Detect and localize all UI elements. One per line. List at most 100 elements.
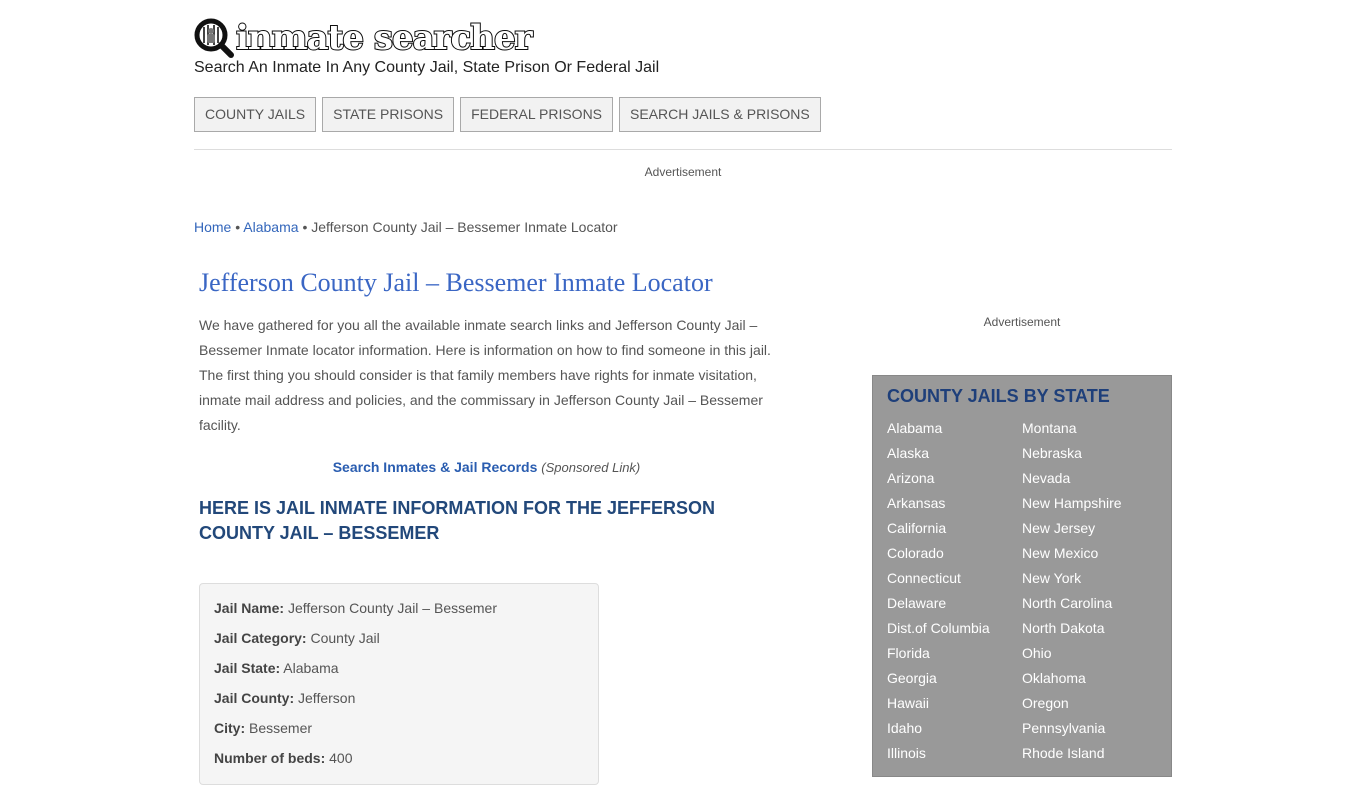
state-link[interactable]: Montana	[1022, 420, 1076, 436]
state-link[interactable]: New Jersey	[1022, 520, 1095, 536]
state-link[interactable]: Oklahoma	[1022, 670, 1086, 686]
info-value: County Jail	[310, 630, 380, 646]
state-list-item: Oregon	[1022, 693, 1122, 718]
breadcrumb-separator: •	[235, 219, 241, 235]
state-box-title: COUNTY JAILS BY STATE	[887, 386, 1110, 406]
state-link[interactable]: Nevada	[1022, 470, 1070, 486]
state-link[interactable]: Florida	[887, 645, 930, 661]
site-tagline: Search An Inmate In Any County Jail, Sta…	[194, 59, 660, 76]
state-list-item: Montana	[1022, 418, 1122, 443]
nav-state-prisons[interactable]: STATE PRISONS	[322, 97, 455, 132]
state-link[interactable]: Alaska	[887, 445, 929, 461]
sponsored-note: (Sponsored Link)	[541, 460, 641, 475]
breadcrumb: Home • Alabama • Jefferson County Jail –…	[194, 219, 618, 235]
breadcrumb-current: Jefferson County Jail – Bessemer Inmate …	[311, 219, 618, 235]
state-link[interactable]: North Dakota	[1022, 620, 1104, 636]
state-link[interactable]: Georgia	[887, 670, 937, 686]
info-value: Alabama	[283, 660, 339, 676]
section-heading: Here is Jail Inmate Information for the …	[199, 498, 716, 543]
nav-search-jails-prisons[interactable]: SEARCH JAILS & PRISONS	[619, 97, 821, 132]
state-list-item: New Hampshire	[1022, 493, 1122, 518]
state-list-item: Alaska	[887, 443, 990, 468]
state-link[interactable]: Pennsylvania	[1022, 720, 1105, 736]
info-label: Jail County:	[214, 690, 295, 706]
breadcrumb-home[interactable]: Home	[194, 219, 231, 235]
state-list-item: Delaware	[887, 593, 990, 618]
state-list-item: Alabama	[887, 418, 990, 443]
breadcrumb-separator: •	[302, 219, 308, 235]
state-list-item: California	[887, 518, 990, 543]
info-label: Jail State:	[214, 660, 281, 676]
info-row-jail-name: Jail Name: Jefferson County Jail – Besse…	[214, 600, 497, 616]
intro-paragraph: We have gathered for you all the availab…	[199, 317, 771, 433]
state-link[interactable]: Illinois	[887, 745, 926, 761]
info-label: City:	[214, 720, 246, 736]
state-list-item: Ohio	[1022, 643, 1122, 668]
info-label: Jail Name:	[214, 600, 285, 616]
state-link[interactable]: New Hampshire	[1022, 495, 1122, 511]
state-link[interactable]: North Carolina	[1022, 595, 1112, 611]
state-list-item: Colorado	[887, 543, 990, 568]
state-link[interactable]: New York	[1022, 570, 1081, 586]
state-list-item: Illinois	[887, 743, 990, 768]
info-label: Number of beds:	[214, 750, 326, 766]
state-link[interactable]: Rhode Island	[1022, 745, 1105, 761]
state-link[interactable]: Delaware	[887, 595, 946, 611]
state-list-item: Nebraska	[1022, 443, 1122, 468]
main-content: Jefferson County Jail – Bessemer Inmate …	[199, 266, 774, 546]
logo-text: inmate searcher	[235, 18, 533, 58]
state-list-item: New Jersey	[1022, 518, 1122, 543]
state-list-item: Rhode Island	[1022, 743, 1122, 768]
info-row-number-of-beds: Number of beds: 400	[214, 750, 352, 766]
site-logo[interactable]: inmate searcher	[194, 18, 1172, 58]
nav-federal-prisons[interactable]: FEDERAL PRISONS	[460, 97, 614, 132]
state-link[interactable]: Connecticut	[887, 570, 961, 586]
state-link[interactable]: Oregon	[1022, 695, 1069, 711]
state-list-item: Florida	[887, 643, 990, 668]
advertisement-label-top: Advertisement	[644, 165, 722, 179]
page-title: Jefferson County Jail – Bessemer Inmate …	[199, 268, 713, 297]
state-list-item: Idaho	[887, 718, 990, 743]
state-list-item: Arkansas	[887, 493, 990, 518]
state-link[interactable]: New Mexico	[1022, 545, 1098, 561]
search-inmates-link[interactable]: Search Inmates & Jail Records	[333, 459, 538, 475]
state-list-item: Nevada	[1022, 468, 1122, 493]
state-list-item: Arizona	[887, 468, 990, 493]
state-link[interactable]: Hawaii	[887, 695, 929, 711]
state-list-item: New Mexico	[1022, 543, 1122, 568]
info-row-jail-state: Jail State: Alabama	[214, 660, 339, 676]
state-list-column-2: Montana Nebraska Nevada New Hampshire New Je…	[1022, 418, 1122, 768]
county-jails-by-state: COUNTY JAILS BY STATE Alabama Alaska Arizo…	[872, 375, 1172, 777]
info-value: Bessemer	[249, 720, 313, 736]
info-row-jail-category: Jail Category: County Jail	[214, 630, 380, 646]
state-link[interactable]: California	[887, 520, 946, 536]
state-link[interactable]: Dist.of Columbia	[887, 620, 990, 636]
info-label: Jail Category:	[214, 630, 307, 646]
state-list-item: North Carolina	[1022, 593, 1122, 618]
info-value: 400	[329, 750, 353, 766]
state-list-item: North Dakota	[1022, 618, 1122, 643]
state-link[interactable]: Idaho	[887, 720, 922, 736]
site-header: inmate searcher Search An Inmate In Any …	[194, 18, 1172, 77]
state-link[interactable]: Nebraska	[1022, 445, 1082, 461]
breadcrumb-state[interactable]: Alabama	[243, 219, 298, 235]
nav-county-jails[interactable]: COUNTY JAILS	[194, 97, 317, 132]
header-divider	[194, 149, 1172, 150]
state-link[interactable]: Colorado	[887, 545, 944, 561]
state-link[interactable]: Arkansas	[887, 495, 945, 511]
state-link[interactable]: Arizona	[887, 470, 934, 486]
info-value: Jefferson County Jail – Bessemer	[287, 600, 498, 616]
advertisement-label-sidebar: Advertisement	[983, 315, 1061, 329]
state-link[interactable]: Ohio	[1022, 645, 1052, 661]
state-list-item: New York	[1022, 568, 1122, 593]
state-list-item: Dist.of Columbia	[887, 618, 990, 643]
sponsored-link-row: Search Inmates & Jail Records (Sponsored…	[199, 459, 774, 475]
state-list-item: Hawaii	[887, 693, 990, 718]
state-list-item: Pennsylvania	[1022, 718, 1122, 743]
state-list-item: Georgia	[887, 668, 990, 693]
info-value: Jefferson	[298, 690, 356, 706]
info-row-jail-county: Jail County: Jefferson	[214, 690, 355, 706]
info-row-city: City: Bessemer	[214, 720, 312, 736]
magnifier-inmate-icon	[194, 18, 234, 58]
state-link[interactable]: Alabama	[887, 420, 942, 436]
